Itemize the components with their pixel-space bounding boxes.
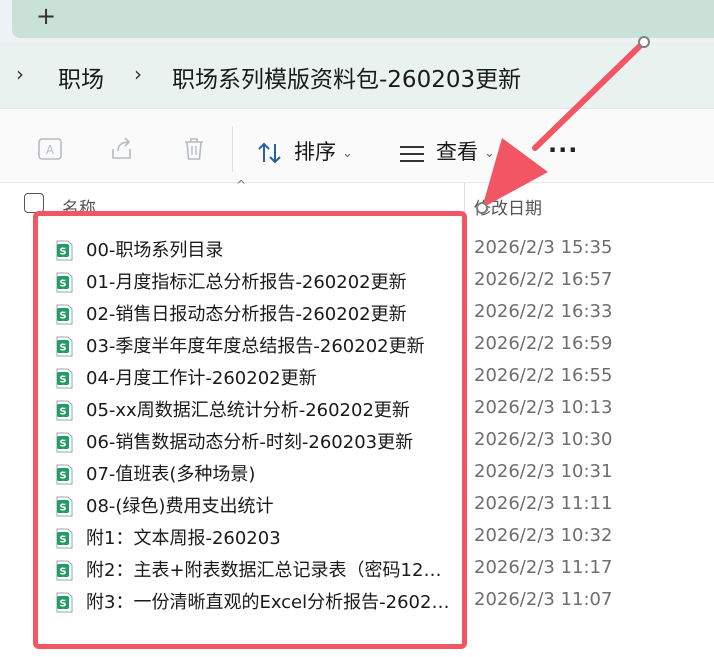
file-date-modified: 2026/2/3 11:11 xyxy=(474,493,613,514)
file-name[interactable]: 07-值班表(多种场景) xyxy=(86,460,452,486)
file-row[interactable]: S 01-月度指标汇总分析报告-260202更新 2026/2/2 16:57 xyxy=(0,266,714,298)
delete-icon[interactable] xyxy=(180,135,208,163)
file-name[interactable]: 附1：文本周报-260203 xyxy=(86,524,452,550)
breadcrumb-item-workplace[interactable]: 职场 xyxy=(58,60,104,94)
svg-text:S: S xyxy=(59,343,66,354)
chevron-down-icon: ⌄ xyxy=(342,145,353,161)
file-date-modified: 2026/2/3 10:32 xyxy=(474,525,613,546)
file-date-modified: 2026/2/2 16:59 xyxy=(474,333,613,354)
view-icon[interactable] xyxy=(398,142,426,170)
file-date-modified: 2026/2/3 10:31 xyxy=(474,461,613,482)
spreadsheet-file-icon: S xyxy=(56,336,73,357)
file-date-modified: 2026/2/2 16:57 xyxy=(474,269,613,290)
svg-text:S: S xyxy=(59,599,66,610)
file-row[interactable]: S 02-销售日报动态分析报告-260202更新 2026/2/2 16:33 xyxy=(0,298,714,330)
file-row[interactable]: S 07-值班表(多种场景) 2026/2/3 10:31 xyxy=(0,458,714,490)
sort-button[interactable]: 排序 ⌄ xyxy=(294,136,353,166)
breadcrumb-item-current-folder[interactable]: 职场系列模版资料包-260203更新 xyxy=(172,60,521,94)
file-date-modified: 2026/2/3 11:17 xyxy=(474,557,613,578)
file-date-modified: 2026/2/2 16:33 xyxy=(474,301,613,322)
select-all-checkbox[interactable] xyxy=(24,193,44,213)
sort-label: 排序 xyxy=(294,140,336,164)
file-row[interactable]: S 05-xx周数据汇总统计分析-260202更新 2026/2/3 10:13 xyxy=(0,394,714,426)
view-button[interactable]: 查看 ⌄ xyxy=(436,136,495,166)
file-date-modified: 2026/2/3 10:13 xyxy=(474,397,613,418)
file-date-modified: 2026/2/3 15:35 xyxy=(474,237,613,258)
spreadsheet-file-icon: S xyxy=(56,368,73,389)
file-row[interactable]: S 04-月度工作计-260202更新 2026/2/2 16:55 xyxy=(0,362,714,394)
file-name[interactable]: 附3：一份清晰直观的Excel分析报告-26020… xyxy=(86,588,452,614)
spreadsheet-file-icon: S xyxy=(56,496,73,517)
file-name[interactable]: 03-季度半年度年度总结报告-260202更新 xyxy=(86,332,452,358)
spreadsheet-file-icon: S xyxy=(56,400,73,421)
new-tab-button[interactable]: + xyxy=(36,2,56,30)
spreadsheet-file-icon: S xyxy=(56,464,73,485)
file-name[interactable]: 04-月度工作计-260202更新 xyxy=(86,364,452,390)
file-row[interactable]: S 08-(绿色)费用支出统计 2026/2/3 11:11 xyxy=(0,490,714,522)
spreadsheet-file-icon: S xyxy=(56,592,73,613)
file-name[interactable]: 00-职场系列目录 xyxy=(86,236,452,262)
rename-icon[interactable]: A xyxy=(36,135,64,163)
spreadsheet-file-icon: S xyxy=(56,528,73,549)
file-row[interactable]: S 00-职场系列目录 2026/2/3 15:35 xyxy=(0,234,714,266)
file-name[interactable]: 05-xx周数据汇总统计分析-260202更新 xyxy=(86,396,452,422)
view-label: 查看 xyxy=(436,140,478,164)
column-name-header[interactable]: 名称 xyxy=(62,194,96,219)
file-date-modified: 2026/2/3 11:07 xyxy=(474,589,613,610)
column-header xyxy=(0,182,714,223)
more-options-button[interactable]: ··· xyxy=(548,136,578,164)
spreadsheet-file-icon: S xyxy=(56,560,73,581)
svg-text:S: S xyxy=(59,535,66,546)
chevron-right-icon[interactable]: › xyxy=(134,62,142,86)
file-row[interactable]: S 03-季度半年度年度总结报告-260202更新 2026/2/2 16:59 xyxy=(0,330,714,362)
spreadsheet-file-icon: S xyxy=(56,240,73,261)
sort-icon[interactable] xyxy=(256,140,284,168)
svg-text:S: S xyxy=(59,247,66,258)
toolbar-separator xyxy=(232,126,233,172)
svg-text:S: S xyxy=(59,311,66,322)
svg-text:S: S xyxy=(59,279,66,290)
chevron-right-icon[interactable]: › xyxy=(16,62,24,86)
sort-indicator-icon: ^ xyxy=(236,178,247,192)
file-row[interactable]: S 附2：主表+附表数据汇总记录表（密码123… 2026/2/3 11:17 xyxy=(0,554,714,586)
file-row[interactable]: S 附3：一份清晰直观的Excel分析报告-26020… 2026/2/3 11:0… xyxy=(0,586,714,618)
file-date-modified: 2026/2/3 10:30 xyxy=(474,429,613,450)
svg-text:S: S xyxy=(59,567,66,578)
file-row[interactable]: S 06-销售数据动态分析-时刻-260203更新 2026/2/3 10:30 xyxy=(0,426,714,458)
file-row[interactable]: S 附1：文本周报-260203 2026/2/3 10:32 xyxy=(0,522,714,554)
file-name[interactable]: 01-月度指标汇总分析报告-260202更新 xyxy=(86,268,452,294)
svg-text:S: S xyxy=(59,503,66,514)
spreadsheet-file-icon: S xyxy=(56,304,73,325)
svg-text:S: S xyxy=(59,407,66,418)
file-name[interactable]: 08-(绿色)费用支出统计 xyxy=(86,492,452,518)
chevron-down-icon: ⌄ xyxy=(484,145,495,161)
svg-text:S: S xyxy=(59,375,66,386)
spreadsheet-file-icon: S xyxy=(56,272,73,293)
svg-text:S: S xyxy=(59,439,66,450)
file-date-modified: 2026/2/2 16:55 xyxy=(474,365,613,386)
svg-text:S: S xyxy=(59,471,66,482)
file-name[interactable]: 附2：主表+附表数据汇总记录表（密码123… xyxy=(86,556,452,582)
active-tab[interactable] xyxy=(12,0,714,38)
share-icon[interactable] xyxy=(108,135,136,163)
svg-text:A: A xyxy=(46,143,55,157)
file-name[interactable]: 06-销售数据动态分析-时刻-260203更新 xyxy=(86,428,452,454)
column-date-modified-header[interactable]: 修改日期 xyxy=(474,194,542,219)
tab-bar: + xyxy=(0,0,714,42)
column-divider[interactable] xyxy=(464,183,465,221)
file-name[interactable]: 02-销售日报动态分析报告-260202更新 xyxy=(86,300,452,326)
spreadsheet-file-icon: S xyxy=(56,432,73,453)
